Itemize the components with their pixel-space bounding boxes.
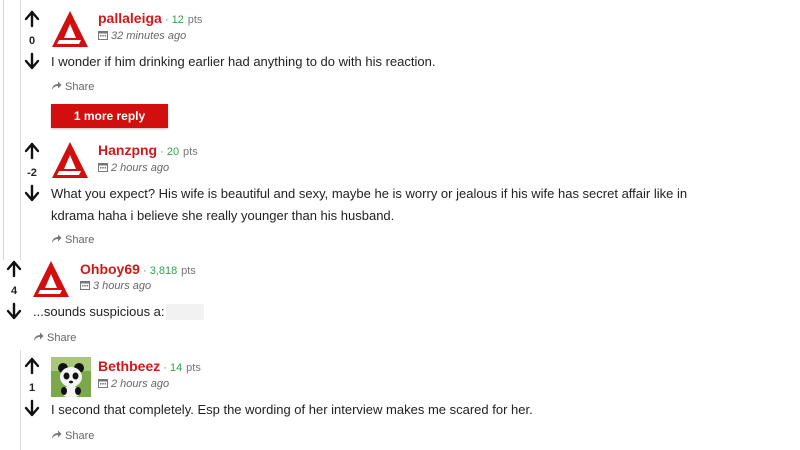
calendar-icon (98, 31, 108, 40)
username[interactable]: Ohboy69 · 3,818 pts (80, 261, 196, 277)
calendar-icon (98, 163, 108, 172)
share-arrow-icon (34, 332, 44, 341)
username[interactable]: pallaleiga · 12 pts (98, 10, 202, 26)
red-a-logo-icon[interactable] (32, 260, 70, 298)
comment-body: I wonder if him drinking earlier had any… (51, 54, 436, 69)
points-label: pts (183, 146, 198, 158)
vote-control: 0 (22, 10, 42, 70)
upvote-arrow-icon[interactable] (22, 142, 42, 160)
upvote-arrow-icon[interactable] (22, 10, 42, 28)
username[interactable]: Bethbeez · 14 pts (98, 358, 201, 374)
upvote-arrow-icon[interactable] (4, 260, 24, 278)
timestamp: 2 hours ago (98, 162, 169, 174)
vote-control: -2 (22, 142, 42, 202)
points-value: 20 (166, 146, 180, 158)
thread-line-outer (3, 0, 4, 260)
vote-control: 4 (4, 260, 24, 320)
vote-control: 1 (22, 357, 42, 417)
timestamp: 2 hours ago (98, 378, 169, 390)
redacted-blur (166, 304, 204, 320)
panda-avatar-icon[interactable] (51, 357, 91, 397)
share-button[interactable]: Share (51, 430, 94, 442)
share-arrow-icon (52, 81, 62, 90)
red-a-logo-icon[interactable] (51, 10, 89, 48)
vote-count: -2 (27, 167, 37, 179)
points-value: 12 (171, 14, 184, 26)
calendar-icon (98, 379, 108, 388)
points-label: pts (181, 265, 196, 277)
vote-count: 0 (28, 35, 36, 47)
share-button[interactable]: Share (33, 332, 76, 344)
more-replies-button[interactable]: 1 more reply (51, 104, 168, 128)
timestamp: 32 minutes ago (98, 30, 186, 42)
upvote-arrow-icon[interactable] (22, 357, 42, 375)
vote-count: 1 (28, 382, 36, 394)
downvote-arrow-icon[interactable] (22, 52, 42, 70)
points-label: pts (186, 362, 201, 374)
username[interactable]: Hanzpng · 20 pts (98, 142, 198, 158)
thread-line-lower (20, 350, 21, 450)
comment-body: ...sounds suspicious a: (33, 304, 165, 319)
red-a-logo-icon[interactable] (51, 141, 89, 179)
comment-body: I second that completely. Esp the wordin… (51, 402, 533, 417)
points-value: 3,818 (149, 265, 178, 277)
share-arrow-icon (52, 430, 62, 439)
timestamp: 3 hours ago (80, 280, 151, 292)
share-button[interactable]: Share (51, 234, 94, 246)
downvote-arrow-icon[interactable] (4, 302, 24, 320)
points-value: 14 (170, 362, 183, 374)
comment-body: What you expect? His wife is beautiful a… (51, 183, 791, 227)
downvote-arrow-icon[interactable] (22, 399, 42, 417)
thread-line-inner (20, 0, 21, 260)
share-arrow-icon (52, 234, 62, 243)
points-label: pts (187, 14, 203, 26)
share-button[interactable]: Share (51, 81, 94, 93)
calendar-icon (80, 281, 90, 290)
vote-count: 4 (10, 285, 18, 297)
comment-body-line: What you expect? His wife is beautiful a… (51, 186, 688, 201)
comment-body-line: kdrama haha i believe she really younger… (51, 208, 395, 223)
downvote-arrow-icon[interactable] (22, 184, 42, 202)
